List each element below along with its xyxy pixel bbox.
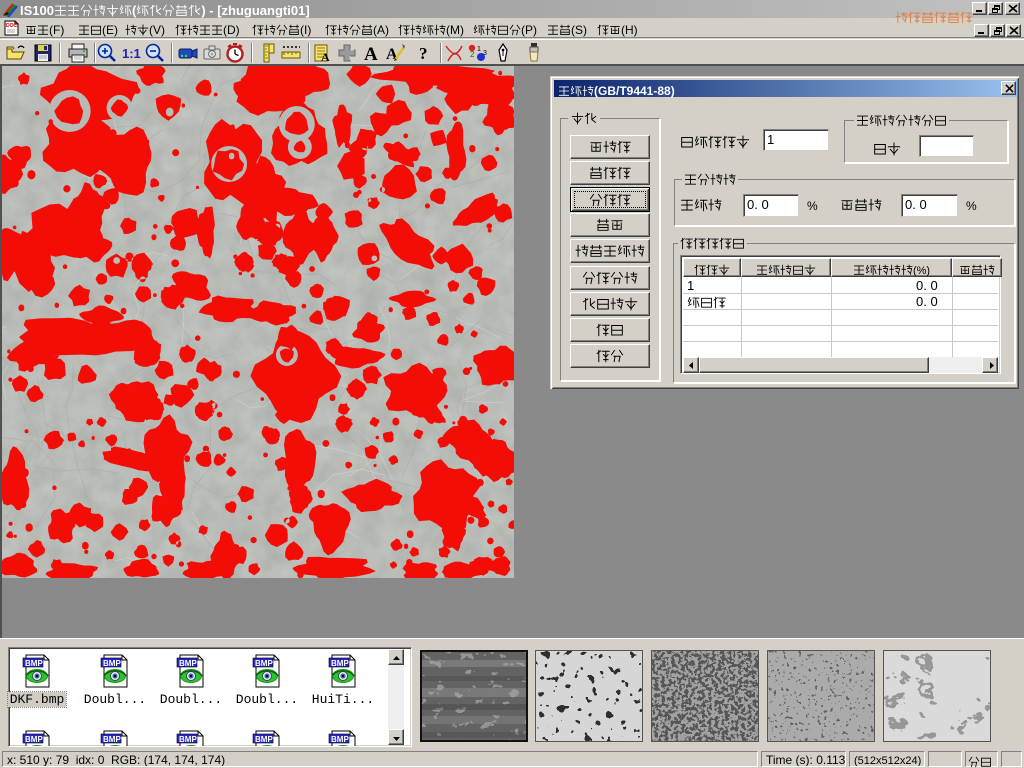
svg-text:1:1: 1:1 xyxy=(122,46,141,61)
svg-text:BMP: BMP xyxy=(25,659,43,668)
svg-text:BMP: BMP xyxy=(179,659,197,668)
svg-text:BMP: BMP xyxy=(331,735,349,744)
svg-text:BMP: BMP xyxy=(103,735,121,744)
svg-text:BMP: BMP xyxy=(255,735,273,744)
svg-text:A: A xyxy=(364,44,378,64)
svg-text:?: ? xyxy=(419,44,428,63)
svg-text:3: 3 xyxy=(483,50,487,57)
svg-text:DOC: DOC xyxy=(6,23,18,29)
svg-text:BMP: BMP xyxy=(179,735,197,744)
svg-text:BMP: BMP xyxy=(331,659,349,668)
svg-text:2: 2 xyxy=(470,50,475,59)
svg-text:BMP: BMP xyxy=(25,735,43,744)
svg-text:A: A xyxy=(321,50,330,64)
svg-text:BMP: BMP xyxy=(255,659,273,668)
svg-text:1: 1 xyxy=(477,46,481,53)
svg-text:BMP: BMP xyxy=(103,659,121,668)
